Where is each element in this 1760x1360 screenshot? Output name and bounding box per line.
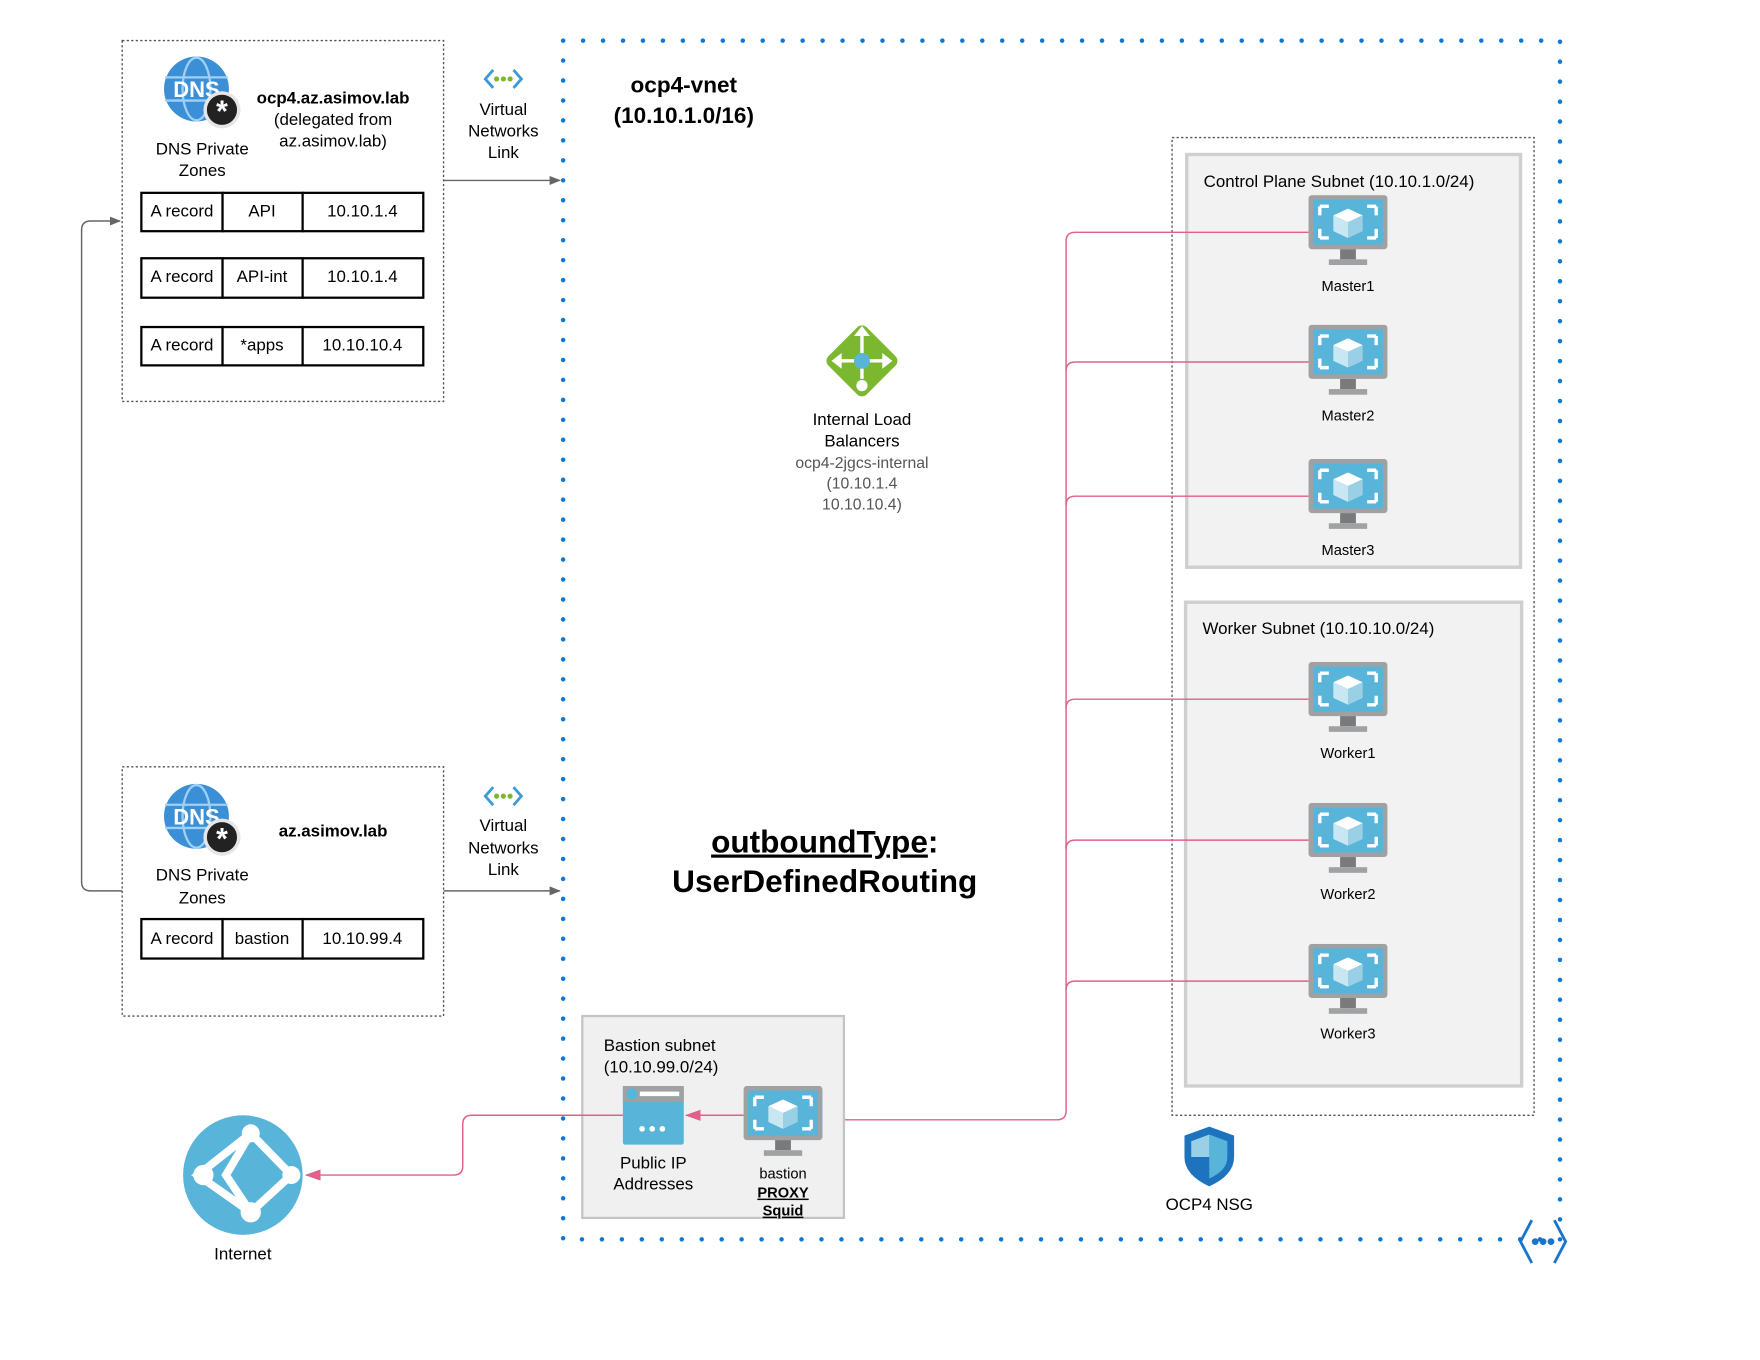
nsg-label: OCP4 NSG bbox=[1166, 1195, 1253, 1214]
record-name: API bbox=[248, 202, 275, 221]
zone-type-label: Zones bbox=[179, 161, 226, 180]
zone-name: ocp4.az.asimov.lab bbox=[257, 89, 410, 108]
record-type: A record bbox=[150, 267, 213, 286]
vnet-link-label: Virtual bbox=[480, 100, 528, 119]
zone-name: az.asimov.lab bbox=[279, 822, 388, 841]
internet-label: Internet bbox=[214, 1245, 272, 1264]
vm-label: Worker2 bbox=[1320, 887, 1375, 903]
internet-icon[interactable] bbox=[183, 1115, 303, 1235]
record-type: A record bbox=[150, 202, 213, 221]
dns-private-zone-icon bbox=[162, 783, 242, 857]
load-balancer-label: Internal Load bbox=[813, 410, 912, 429]
bastion-vm-role: PROXY bbox=[757, 1186, 809, 1202]
record-type: A record bbox=[150, 336, 213, 355]
zone-type-label: Zones bbox=[179, 888, 226, 907]
outbound-colon: : bbox=[928, 824, 939, 860]
record-ip: 10.10.10.4 bbox=[322, 336, 402, 355]
load-balancer-ip: 10.10.10.4) bbox=[822, 497, 902, 514]
outbound-type-key: outboundType bbox=[711, 824, 928, 860]
virtual-network-link-icon bbox=[483, 785, 523, 807]
worker-subnet-title: Worker Subnet (10.10.10.0/24) bbox=[1203, 619, 1435, 638]
dns-record-row: A record *apps 10.10.10.4 bbox=[140, 325, 425, 367]
load-balancer-label: Balancers bbox=[824, 432, 899, 451]
delegation-connector bbox=[80, 216, 123, 892]
dns-record-row: A record bastion 10.10.99.4 bbox=[140, 917, 425, 960]
nsg-shield-icon[interactable] bbox=[1184, 1126, 1235, 1187]
architecture-diagram: DNS * ocp4-vnet (10.10.1.0/16) ocp4.az.a… bbox=[80, 38, 1568, 1264]
zone-note: (delegated from bbox=[274, 110, 392, 129]
zone-note: az.asimov.lab) bbox=[279, 132, 387, 151]
control-plane-subnet-title: Control Plane Subnet (10.10.1.0/24) bbox=[1204, 172, 1475, 191]
vm-label: Worker1 bbox=[1320, 746, 1375, 762]
vm-label: Master1 bbox=[1322, 279, 1375, 295]
vnet-link-label: Virtual bbox=[480, 816, 528, 835]
record-ip: 10.10.1.4 bbox=[327, 267, 398, 286]
zone-type-label: DNS Private bbox=[156, 139, 249, 158]
public-ip-label: Public IP bbox=[620, 1153, 687, 1172]
public-ip-to-internet bbox=[304, 1114, 623, 1181]
vm-label: Master3 bbox=[1322, 543, 1375, 559]
record-name: API-int bbox=[237, 267, 288, 286]
vnet-icon bbox=[1518, 1219, 1568, 1264]
vnet-link-label: Networks bbox=[468, 121, 538, 140]
vnet-title: ocp4-vnet bbox=[631, 72, 738, 97]
record-ip: 10.10.99.4 bbox=[322, 929, 402, 948]
bastion-vm-role: Squid bbox=[763, 1204, 804, 1220]
bastion-vm-name: bastion bbox=[759, 1166, 806, 1182]
outbound-type-value: UserDefinedRouting bbox=[672, 863, 977, 899]
bastion-subnet-title: Bastion subnet bbox=[604, 1036, 716, 1055]
vnet-link-label: Link bbox=[488, 143, 520, 162]
record-type: A record bbox=[150, 929, 213, 948]
dns-zone-asimov[interactable]: az.asimov.lab DNS Private Zones A record… bbox=[121, 766, 445, 1017]
outbound-type-heading: outboundType: bbox=[711, 824, 938, 860]
vnet-link-label: Link bbox=[488, 860, 520, 879]
dns-private-zone-icon bbox=[162, 56, 242, 130]
bastion-subnet-title: (10.10.99.0/24) bbox=[604, 1057, 719, 1076]
record-ip: 10.10.1.4 bbox=[327, 202, 398, 221]
vm-label: Master2 bbox=[1322, 409, 1375, 425]
load-balancer-ip: (10.10.1.4 bbox=[826, 475, 897, 492]
zone-type-label: DNS Private bbox=[156, 866, 249, 885]
virtual-network-link-icon bbox=[483, 68, 523, 90]
load-balancer-icon[interactable] bbox=[824, 323, 901, 400]
vnet-link-label: Networks bbox=[468, 839, 538, 858]
vm-label: Worker3 bbox=[1320, 1027, 1375, 1043]
dns-zone-ocp4[interactable]: ocp4.az.asimov.lab (delegated from az.as… bbox=[121, 39, 445, 403]
dns-record-row: A record API-int 10.10.1.4 bbox=[140, 257, 425, 299]
record-name: *apps bbox=[240, 336, 283, 355]
public-ip-label: Addresses bbox=[613, 1175, 693, 1194]
public-ip-icon[interactable] bbox=[622, 1085, 684, 1145]
load-balancer-name: ocp4-2jgcs-internal bbox=[795, 455, 928, 472]
vnet-cidr: (10.10.1.0/16) bbox=[614, 103, 754, 128]
record-name: bastion bbox=[235, 929, 290, 948]
dns-record-row: A record API 10.10.1.4 bbox=[140, 191, 425, 233]
